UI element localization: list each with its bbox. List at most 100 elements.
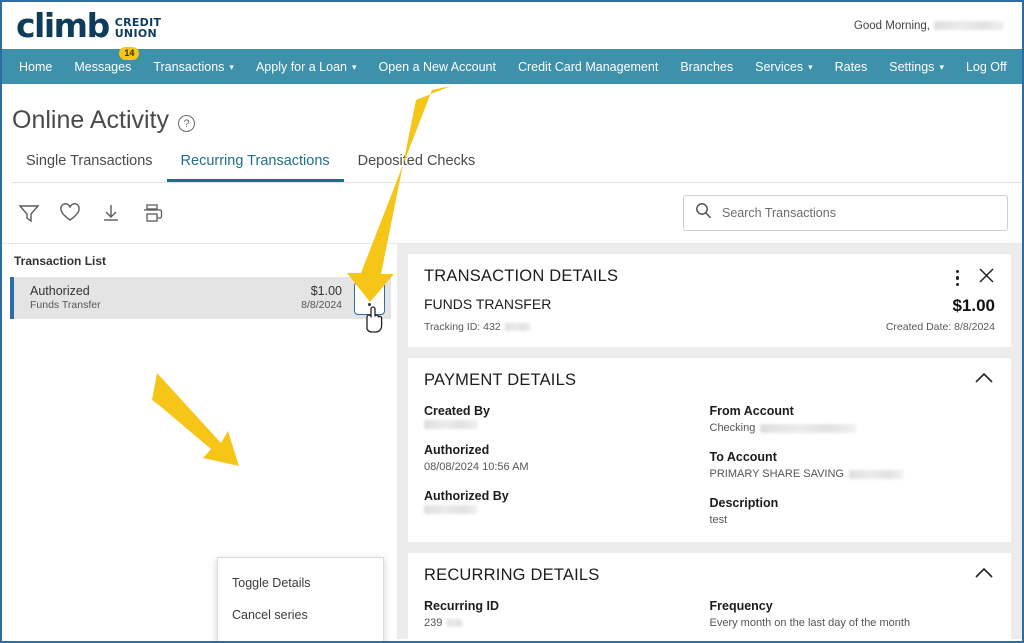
payment-details-card: PAYMENT DETAILS Created By Authorized 08 — [408, 358, 1011, 542]
nav-label-settings: Settings — [889, 59, 935, 74]
details-header-card: TRANSACTION DETAILS FUNDS TRANSFER $1.00… — [408, 254, 1011, 347]
tab-recurring-transactions[interactable]: Recurring Transactions — [166, 153, 344, 182]
logo-tagline-line2: UNION — [114, 27, 157, 40]
nav-label-services: Services — [755, 59, 804, 74]
nav-item-messages[interactable]: Messages 14 — [63, 47, 142, 84]
greeting-text: Good Morning, — [853, 19, 930, 32]
tab-single-transactions[interactable]: Single Transactions — [12, 153, 167, 182]
field-value: 08/08/2024 10:56 AM — [424, 461, 529, 473]
help-icon[interactable]: ? — [178, 115, 196, 132]
redacted-value — [760, 423, 857, 433]
nav-item-transactions[interactable]: Transactions ▾ — [142, 49, 245, 84]
field-created-by: Created By — [424, 403, 710, 429]
recurring-details-header: RECURRING DETAILS — [424, 566, 995, 585]
payment-details-left-column: Created By Authorized 08/08/2024 10:56 A… — [424, 403, 710, 528]
print-icon[interactable] — [141, 203, 163, 223]
nav-label-home: Home — [19, 59, 53, 74]
transaction-status: Authorized — [30, 284, 90, 298]
nav-label-branches: Branches — [680, 59, 734, 74]
nav-item-credit-card-management[interactable]: Credit Card Management — [507, 49, 669, 84]
nav-item-apply-for-a-loan[interactable]: Apply for a Loan ▾ — [245, 49, 368, 84]
field-label: From Account — [709, 404, 794, 418]
transaction-date: 8/8/2024 — [301, 299, 342, 311]
field-label: To Account — [709, 450, 777, 464]
field-description: Description test — [710, 495, 996, 528]
nav-item-log-off[interactable]: Log Off — [955, 49, 1018, 84]
nav-label-messages: Messages — [74, 59, 132, 74]
redacted-user-name — [934, 21, 1004, 30]
logo-wordmark: climb — [16, 6, 110, 45]
nav-item-open-a-new-account[interactable]: Open a New Account — [368, 49, 507, 84]
chevron-down-icon: ▾ — [939, 62, 944, 72]
field-value-text: 239 — [424, 617, 443, 629]
nav-item-rates[interactable]: Rates — [824, 49, 879, 84]
field-recurring-id: Recurring ID 239 — [424, 598, 710, 631]
transaction-amount: $1.00 — [310, 284, 342, 298]
nav-label-open-a-new-account: Open a New Account — [378, 59, 496, 74]
field-value: test — [709, 514, 728, 526]
redacted-value — [424, 505, 478, 514]
toolbar-icon-group — [18, 203, 163, 223]
kebab-dot — [955, 270, 959, 274]
menu-item-copy[interactable]: Copy — [218, 631, 383, 641]
payment-details-header: PAYMENT DETAILS — [424, 371, 995, 390]
search-icon — [695, 202, 712, 224]
messages-badge: 14 — [119, 47, 140, 60]
field-label: Created By — [424, 404, 490, 418]
menu-item-toggle-details[interactable]: Toggle Details — [218, 567, 383, 599]
transaction-row-values: $1.00 8/8/2024 — [301, 284, 354, 312]
kebab-dot — [368, 290, 371, 294]
user-greeting: Good Morning, — [854, 20, 1004, 32]
field-value: PRIMARY SHARE SAVING — [710, 466, 996, 482]
recurring-details-fields: Recurring ID 239 Start Date 08/08/2024 — [424, 598, 995, 639]
redacted-tracking-id — [504, 323, 531, 331]
nav-item-branches[interactable]: Branches — [669, 49, 744, 84]
details-subtitle-row: FUNDS TRANSFER $1.00 — [424, 296, 995, 316]
chevron-up-icon[interactable] — [973, 566, 995, 585]
field-to-account: To Account PRIMARY SHARE SAVING — [710, 449, 996, 482]
created-date: Created Date: 8/8/2024 — [885, 321, 995, 333]
details-kebab-menu-icon[interactable] — [954, 268, 961, 288]
chevron-down-icon: ▾ — [229, 62, 234, 72]
field-authorized-by: Authorized By — [424, 488, 710, 514]
recurring-details-right-column: Frequency Every month on the last day of… — [710, 598, 996, 639]
nav-item-services[interactable]: Services ▾ — [744, 49, 823, 84]
payment-details-title: PAYMENT DETAILS — [424, 371, 577, 389]
field-value: 239 — [424, 615, 710, 631]
tab-deposited-checks[interactable]: Deposited Checks — [344, 153, 490, 182]
recurring-details-title: RECURRING DETAILS — [424, 566, 600, 584]
page-title: Online Activity — [12, 106, 170, 134]
transaction-row-labels: Authorized Funds Transfer — [30, 284, 101, 312]
row-kebab-menu-button[interactable] — [354, 281, 385, 315]
kebab-dot — [955, 282, 959, 286]
nav-label-log-off: Log Off — [965, 59, 1007, 74]
climb-credit-union-logo[interactable]: climb CREDIT UNION — [16, 9, 161, 42]
field-value-text: Checking — [709, 422, 756, 434]
menu-item-cancel-series[interactable]: Cancel series — [218, 599, 383, 631]
field-label: Authorized By — [424, 489, 509, 503]
kebab-dot — [368, 302, 371, 306]
logo-tagline: CREDIT UNION — [115, 17, 162, 42]
field-value: Every month on the last day of the month — [709, 617, 911, 629]
details-amount: $1.00 — [952, 296, 995, 315]
field-frequency: Frequency Every month on the last day of… — [710, 598, 996, 631]
nav-item-home[interactable]: Home — [8, 49, 63, 84]
transaction-type: Funds Transfer — [30, 299, 101, 311]
search-box[interactable] — [683, 195, 1008, 231]
chevron-up-icon[interactable] — [973, 371, 995, 390]
table-row[interactable]: Authorized Funds Transfer $1.00 8/8/2024 — [10, 277, 391, 319]
heart-icon[interactable] — [59, 203, 81, 223]
tab-bar: Single Transactions Recurring Transactio… — [12, 153, 1022, 183]
search-input[interactable] — [722, 206, 996, 220]
redacted-value — [424, 420, 478, 429]
chevron-down-icon: ▾ — [352, 62, 357, 72]
app-window: climb CREDIT UNION Good Morning, Home Me… — [0, 0, 1024, 643]
filter-icon[interactable] — [18, 203, 40, 223]
recurring-details-card: RECURRING DETAILS Recurring ID 239 Frequ… — [408, 553, 1011, 639]
download-icon[interactable] — [100, 203, 122, 223]
nav-label-apply-for-a-loan: Apply for a Loan — [255, 59, 347, 74]
nav-item-settings[interactable]: Settings ▾ — [878, 49, 955, 84]
site-header: climb CREDIT UNION Good Morning, — [2, 2, 1022, 49]
nav-label-rates: Rates — [834, 59, 868, 74]
close-icon[interactable] — [978, 267, 995, 289]
